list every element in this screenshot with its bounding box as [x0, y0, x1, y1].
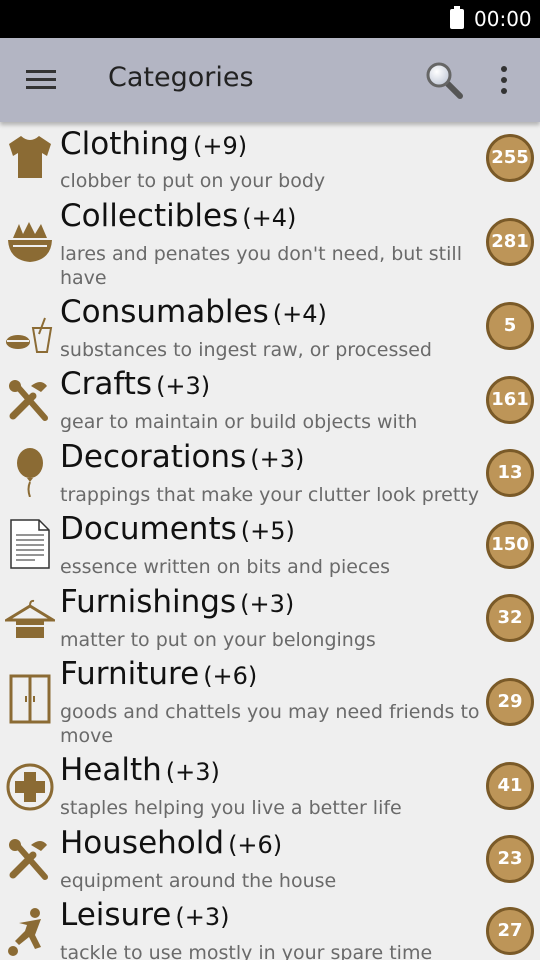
list-item[interactable]: Leisure (+3) tackle to use mostly in your… — [0, 893, 540, 960]
list-item[interactable]: Furnishings (+3) matter to put on your be… — [0, 580, 540, 652]
list-item[interactable]: Furniture (+6) goods and chattels you may… — [0, 652, 540, 748]
health-cross-icon — [5, 762, 55, 812]
category-description: goods and chattels you may need friends … — [60, 701, 480, 747]
search-icon[interactable] — [424, 60, 464, 100]
category-name: Collectibles — [60, 198, 239, 234]
category-description: essence written on bits and pieces — [60, 556, 390, 578]
category-description: lares and penates you don't need, but st… — [60, 243, 462, 289]
count-badge: 23 — [486, 835, 534, 883]
category-delta: (+4) — [272, 300, 327, 328]
count-badge: 255 — [486, 134, 534, 182]
category-description: staples helping you live a better life — [60, 797, 402, 819]
battery-icon — [450, 6, 464, 29]
category-delta: (+6) — [228, 831, 283, 859]
category-delta: (+3) — [250, 445, 305, 473]
category-name: Furniture — [60, 656, 200, 692]
more-vert-icon[interactable] — [492, 62, 516, 98]
list-item[interactable]: Consumables (+4) substances to ingest raw… — [0, 290, 540, 362]
category-list: Clothing (+9) clobber to put on your body… — [0, 122, 540, 960]
category-name: Health — [60, 752, 162, 788]
menu-icon[interactable] — [26, 68, 58, 92]
page-title: Categories — [108, 62, 254, 93]
category-delta: (+3) — [175, 903, 230, 931]
category-name: Crafts — [60, 366, 153, 402]
count-badge: 161 — [486, 376, 534, 424]
list-item[interactable]: Household (+6) equipment around the house… — [0, 821, 540, 893]
category-delta: (+6) — [203, 662, 258, 690]
count-badge: 32 — [486, 594, 534, 642]
bowl-icon — [5, 216, 55, 266]
list-item[interactable]: Crafts (+3) gear to maintain or build obj… — [0, 362, 540, 435]
status-bar: 00:00 — [0, 0, 540, 38]
category-name: Consumables — [60, 294, 269, 330]
tools-icon — [5, 376, 55, 426]
category-description: equipment around the house — [60, 870, 337, 892]
category-name: Decorations — [60, 439, 247, 475]
food-drink-icon — [5, 308, 55, 358]
category-description: tackle to use mostly in your spare time — [60, 942, 433, 960]
list-item[interactable]: Decorations (+3) trappings that make your… — [0, 435, 540, 507]
status-time: 00:00 — [474, 7, 532, 31]
category-description: substances to ingest raw, or processed — [60, 339, 432, 361]
category-name: Furnishings — [60, 584, 237, 620]
shirt-icon — [5, 132, 55, 182]
list-item[interactable]: Clothing (+9) clobber to put on your body… — [0, 122, 540, 194]
count-badge: 41 — [486, 762, 534, 810]
category-name: Leisure — [60, 897, 172, 933]
tools-icon — [5, 835, 55, 885]
soccer-player-icon — [5, 907, 55, 957]
category-description: matter to put on your belongings — [60, 629, 376, 651]
category-name: Clothing — [60, 126, 189, 162]
category-delta: (+3) — [156, 372, 211, 400]
list-item[interactable]: Collectibles (+4) lares and penates you d… — [0, 194, 540, 290]
category-name: Household — [60, 825, 225, 861]
count-badge: 29 — [486, 678, 534, 726]
app-bar: Categories — [0, 38, 540, 122]
category-description: gear to maintain or build objects with — [60, 411, 418, 433]
count-badge: 281 — [486, 218, 534, 266]
category-delta: (+9) — [192, 132, 248, 160]
category-delta: (+5) — [240, 517, 295, 545]
category-name: Documents — [60, 511, 237, 547]
wardrobe-icon — [5, 674, 55, 724]
list-item[interactable]: Health (+3) staples helping you live a be… — [0, 748, 540, 821]
category-delta: (+3) — [165, 758, 220, 786]
count-badge: 13 — [486, 449, 534, 497]
list-item[interactable]: Documents (+5) essence written on bits an… — [0, 507, 540, 580]
category-delta: (+3) — [240, 590, 295, 618]
category-description: trappings that make your clutter look pr… — [60, 484, 480, 506]
balloon-icon — [5, 447, 55, 497]
document-icon — [5, 519, 55, 569]
count-badge: 27 — [486, 907, 534, 955]
category-description: clobber to put on your body — [60, 170, 326, 192]
count-badge: 150 — [486, 521, 534, 569]
hanger-icon — [5, 596, 55, 646]
category-delta: (+4) — [242, 204, 297, 232]
count-badge: 5 — [486, 302, 534, 350]
